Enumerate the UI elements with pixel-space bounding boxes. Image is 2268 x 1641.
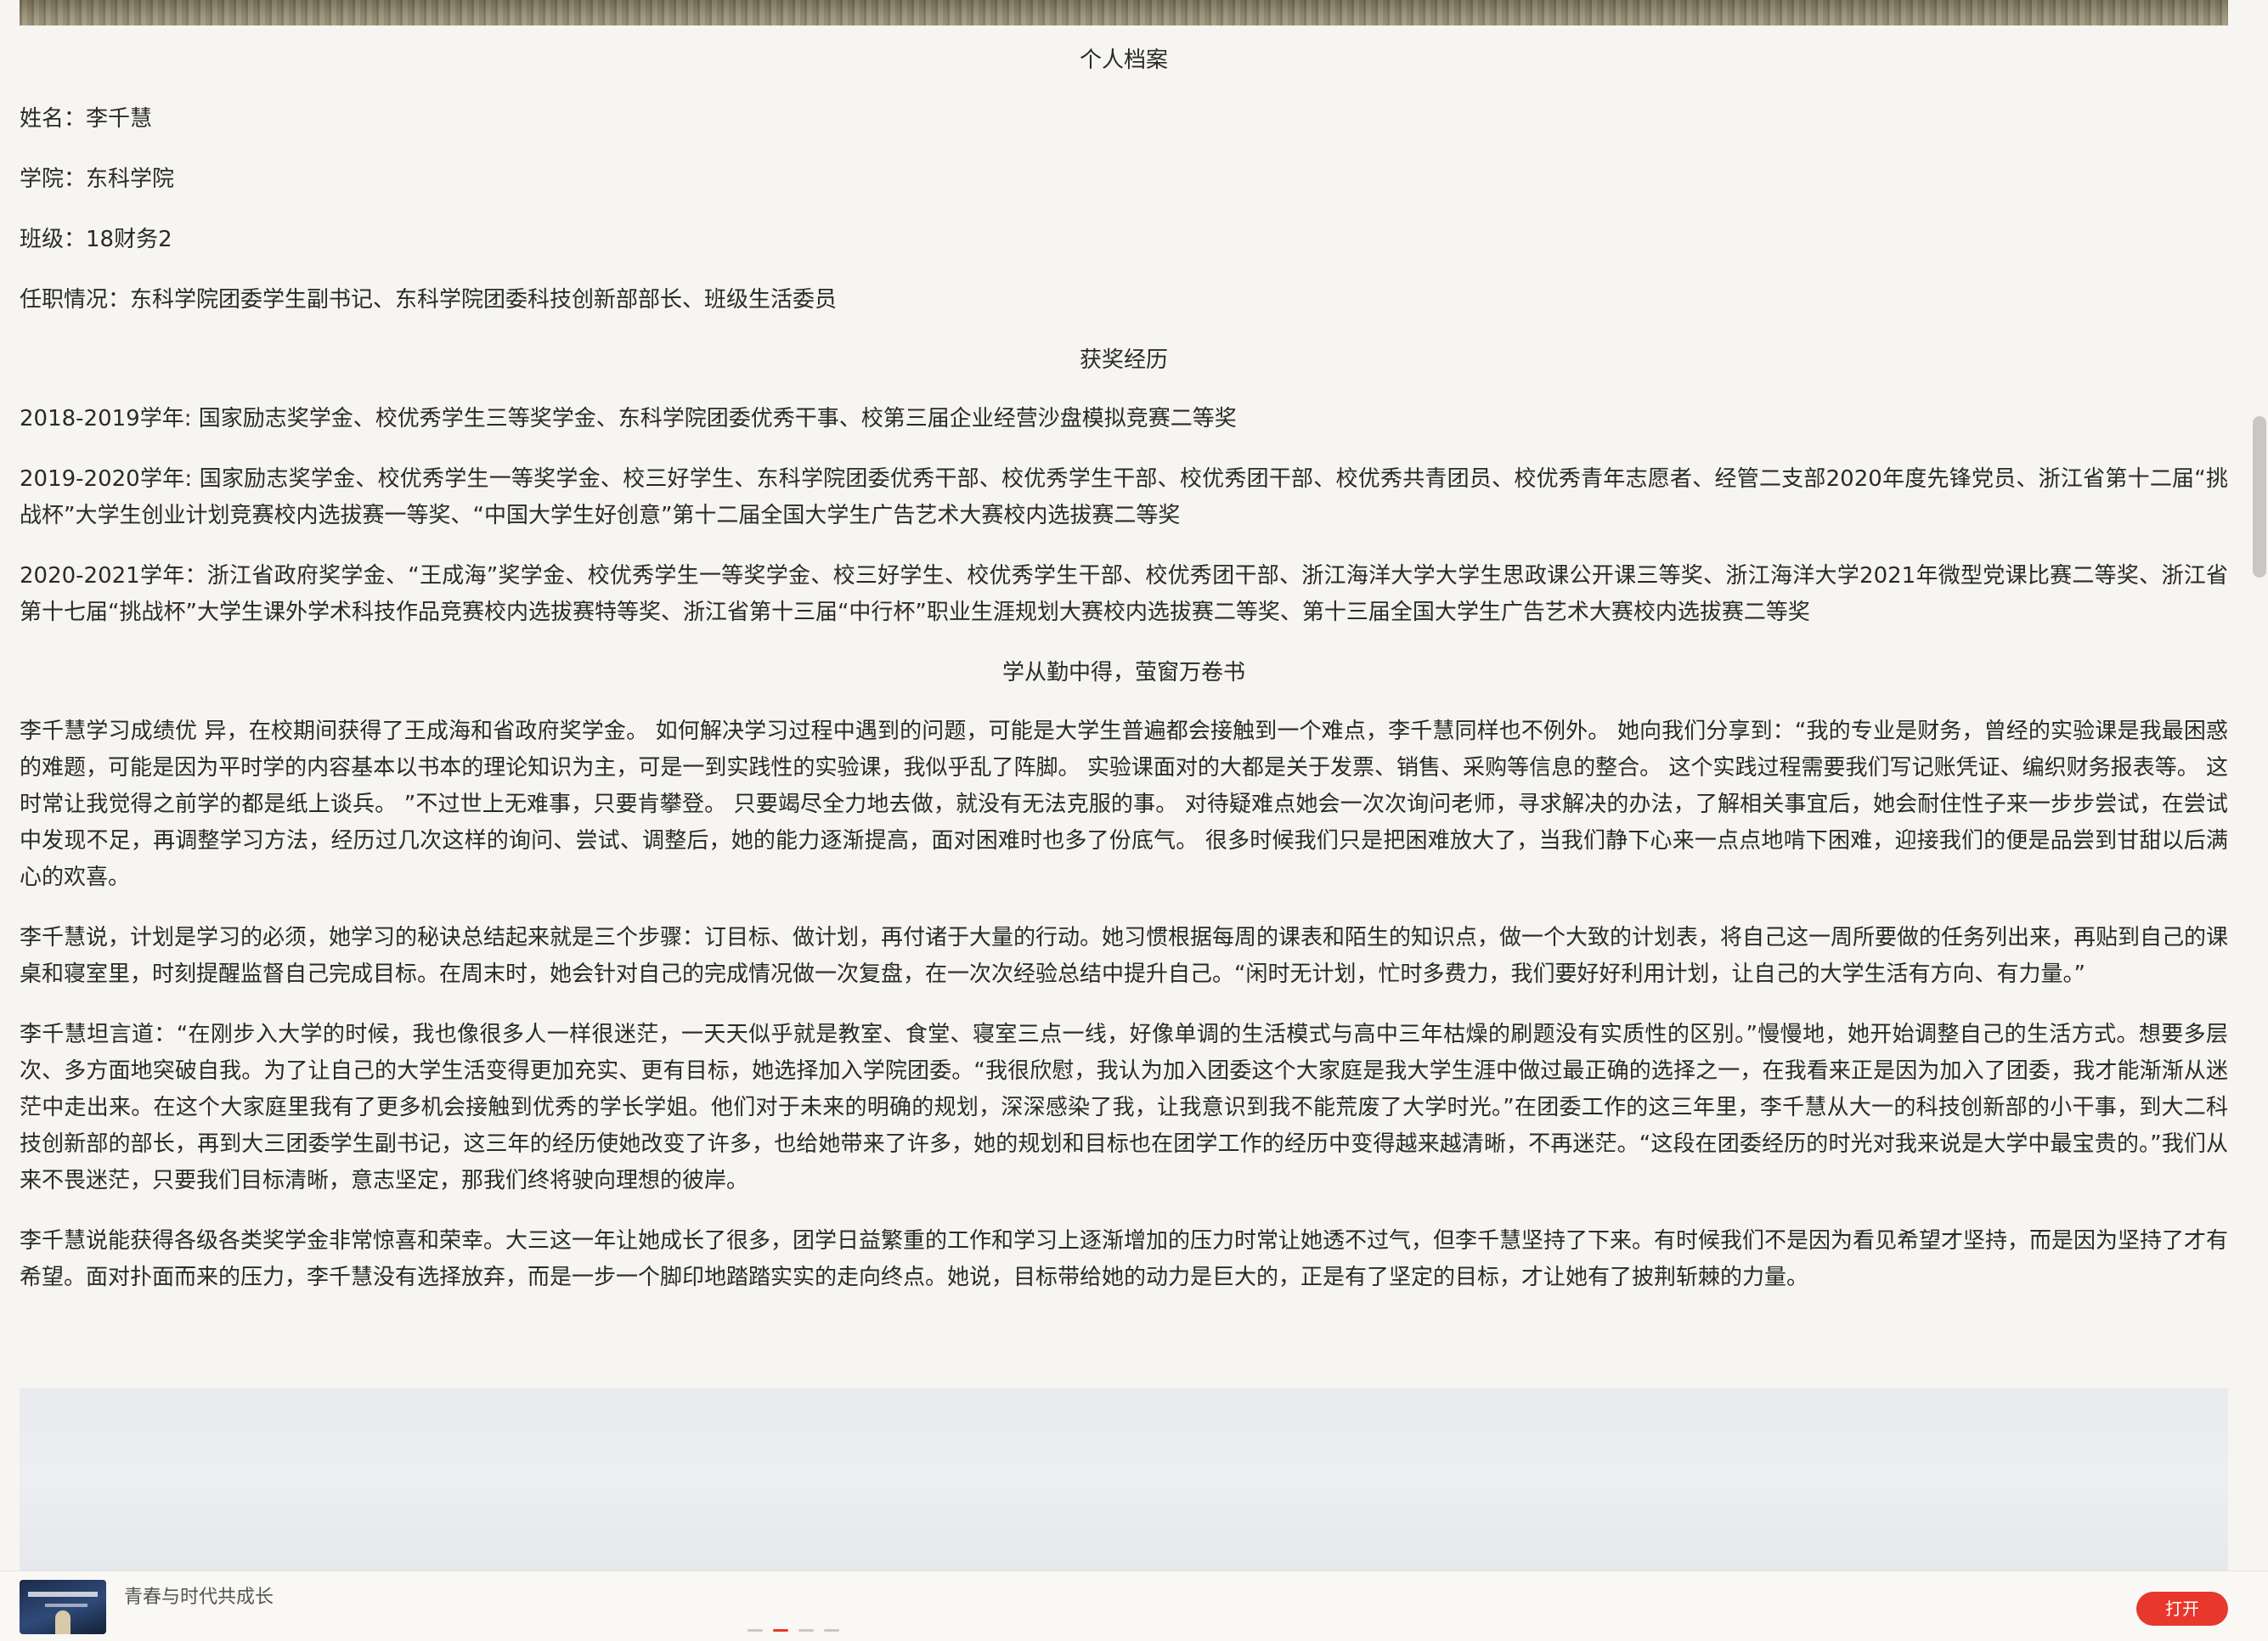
account-thumbnail[interactable] [20, 1580, 106, 1634]
award-item: 2018-2019学年: 国家励志奖学金、校优秀学生三等奖学金、东科学院团委优秀… [20, 406, 1237, 431]
award-item: 2019-2020学年: 国家励志奖学金、校优秀学生一等奖学金、校三好学生、东科… [20, 466, 2228, 528]
award-item: 2020-2021学年：浙江省政府奖学金、“王成海”奖学金、校优秀学生一等奖学金… [20, 563, 2228, 625]
article-top-image [20, 0, 2228, 25]
pager-dot-active [773, 1629, 788, 1632]
awards-heading: 获奖经历 [1079, 347, 1168, 373]
article-body: 个人档案 姓名：李千慧 学院：东科学院 班级：18财务2 任职情况：东科学院团委… [20, 42, 2228, 1320]
bottom-app-bar: 青春与时代共成长 打开 [0, 1571, 2268, 1641]
profile-college: 学院：东科学院 [20, 166, 175, 192]
study-heading: 学从勤中得，萤窗万卷书 [1001, 660, 1245, 685]
article-paragraph: 李千慧说能获得各级各类奖学金非常惊喜和荣幸。大三这一年让她成长了很多，团学日益繁… [20, 1228, 2229, 1290]
article-paragraph: 李千慧学习成绩优 异，在校期间获得了王成海和省政府奖学金。 如何解决学习过程中遇… [20, 719, 2229, 890]
pager-dot [824, 1629, 839, 1632]
pager-dot [748, 1629, 763, 1632]
article-page: 个人档案 姓名：李千慧 学院：东科学院 班级：18财务2 任职情况：东科学院团委… [0, 0, 2268, 1641]
open-app-button[interactable]: 打开 [2136, 1592, 2228, 1626]
profile-name: 姓名：李千慧 [20, 106, 153, 132]
pager-indicator [748, 1629, 839, 1632]
page-scrollbar[interactable] [2249, 0, 2268, 1641]
profile-class: 班级：18财务2 [20, 227, 172, 252]
thumbnail-figure-shape [55, 1610, 71, 1634]
article-bottom-image [20, 1388, 2228, 1571]
scrollbar-thumb[interactable] [2253, 416, 2266, 578]
article-paragraph: 李千慧说，计划是学习的必须，她学习的秘诀总结起来就是三个步骤：订目标、做计划，再… [20, 925, 2229, 987]
profile-heading: 个人档案 [1079, 48, 1168, 73]
account-title[interactable]: 青春与时代共成长 [124, 1582, 274, 1609]
profile-position: 任职情况：东科学院团委学生副书记、东科学院团委科技创新部部长、班级生活委员 [20, 287, 838, 313]
pager-dot [798, 1629, 814, 1632]
article-paragraph: 李千慧坦言道：“在刚步入大学的时候，我也像很多人一样很迷茫，一天天似乎就是教室、… [20, 1022, 2228, 1193]
thumbnail-banner-shape [28, 1592, 98, 1597]
thumbnail-subbanner-shape [45, 1604, 87, 1607]
